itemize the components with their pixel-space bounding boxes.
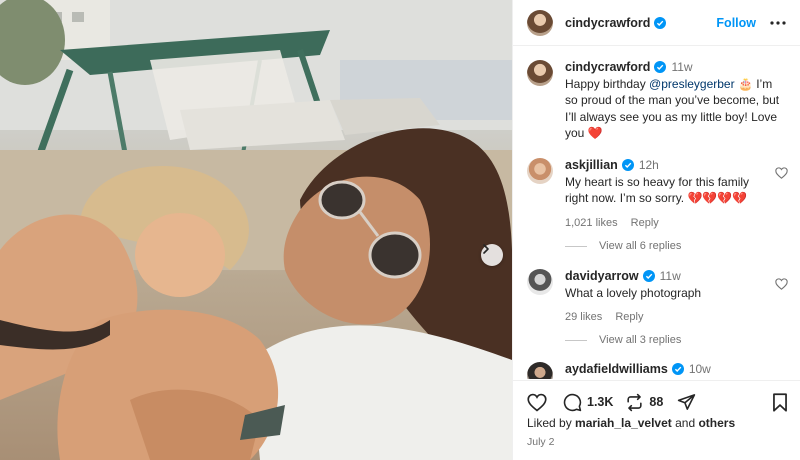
comment-text: What a lovely photograph (565, 285, 702, 300)
chevron-right-icon (483, 244, 489, 254)
comment-item: davidyarrow 11w What a lovely photograph … (527, 268, 788, 326)
commenter-avatar[interactable] (527, 269, 553, 295)
post-date[interactable]: July 2 (527, 436, 554, 448)
verified-badge-icon (642, 270, 655, 282)
commenter-avatar[interactable] (527, 158, 553, 184)
repost-button[interactable]: 88 (625, 393, 663, 412)
caption-avatar[interactable] (527, 60, 553, 86)
heart-icon (527, 393, 547, 411)
share-icon (678, 394, 696, 410)
photo-illustration (0, 0, 512, 460)
commenter-avatar[interactable] (527, 362, 553, 379)
comment-likes[interactable]: 29 likes (565, 311, 602, 323)
like-comment-heart-icon[interactable] (775, 167, 788, 179)
comments-list[interactable]: cindycrawford 11w Happy birthday @presley… (513, 47, 800, 379)
liked-by-prefix: Liked by (527, 416, 576, 430)
comment-time[interactable]: 11w (660, 269, 681, 283)
comment-item: aydafieldwilliams 10w (527, 361, 788, 379)
post-details-panel: cindycrawford Follow cindycrawford 11w Ha… (512, 0, 800, 460)
liked-by-others[interactable]: others (698, 416, 735, 430)
commenter-username[interactable]: davidyarrow (565, 269, 639, 283)
comment-time[interactable]: 12h (639, 158, 659, 172)
comment-text: My heart is so heavy for this family rig… (565, 174, 750, 206)
reposts-count[interactable]: 88 (649, 395, 663, 409)
author-avatar[interactable] (527, 9, 553, 36)
verified-badge-icon (654, 61, 667, 73)
author-username[interactable]: cindycrawford (565, 16, 650, 30)
comment-likes[interactable]: 1,021 likes (565, 217, 618, 229)
caption-text: Happy birthday (565, 76, 650, 91)
liked-by-text: Liked by mariah_la_velvet and others (527, 416, 735, 430)
bookmark-icon (773, 392, 787, 412)
post-header: cindycrawford Follow (513, 0, 800, 46)
save-button[interactable] (772, 392, 788, 412)
verified-badge-icon (671, 363, 684, 375)
caption-mention[interactable]: @presleygerber (649, 77, 735, 91)
view-replies-button[interactable]: View all 6 replies (565, 240, 681, 252)
likes-count[interactable]: 1.3K (587, 395, 613, 409)
reply-button[interactable]: Reply (615, 311, 643, 323)
caption-username[interactable]: cindycrawford (565, 60, 650, 74)
comment-item: askjillian 12h My heart is so heavy for t… (527, 157, 788, 231)
view-replies-button[interactable]: View all 3 replies (565, 334, 681, 346)
reply-button[interactable]: Reply (631, 217, 659, 229)
caption-time[interactable]: 11w (671, 60, 692, 74)
liked-by-and: and (671, 416, 699, 430)
next-photo-button[interactable] (481, 244, 503, 266)
comment-icon (563, 393, 582, 411)
post-caption: cindycrawford 11w Happy birthday @presley… (527, 59, 788, 142)
like-button[interactable] (527, 393, 547, 412)
post-actions: 1.3K 88 Liked by mariah_la_velvet and ot… (513, 380, 800, 460)
follow-button[interactable]: Follow (716, 16, 756, 30)
repost-icon (627, 393, 643, 411)
verified-badge-icon (654, 16, 667, 29)
liked-by-user[interactable]: mariah_la_velvet (575, 416, 672, 430)
commenter-username[interactable]: aydafieldwilliams (565, 362, 668, 376)
comment-time[interactable]: 10w (689, 362, 711, 376)
more-options-icon[interactable] (770, 20, 786, 25)
like-comment-heart-icon[interactable] (775, 278, 788, 290)
verified-badge-icon (621, 159, 634, 171)
comment-button[interactable]: 1.3K (563, 393, 613, 412)
share-button[interactable] (677, 393, 696, 411)
post-photo[interactable] (0, 0, 512, 460)
commenter-username[interactable]: askjillian (565, 158, 618, 172)
